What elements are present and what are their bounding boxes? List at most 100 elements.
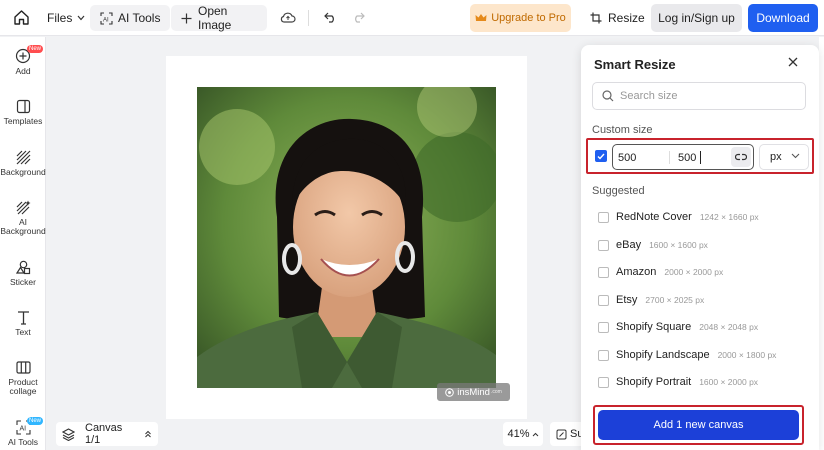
download-label: Download [756,11,810,25]
search-placeholder: Search size [620,90,678,102]
home-icon[interactable] [13,9,30,26]
portrait-photo[interactable] [197,87,496,388]
svg-text:AI: AI [19,426,26,433]
zoom-control[interactable]: 41% [503,422,543,446]
toolbar-divider [308,10,309,26]
sidebar-item-add[interactable]: New Add [0,45,46,76]
watermark-text: insMind [457,386,490,398]
suggestion-name: RedNote Cover [616,211,692,223]
suggestion-item[interactable]: Amazon 2000 × 2000 px [598,264,808,280]
suggestion-name: Shopify Landscape [616,349,710,361]
suggestion-item[interactable]: eBay 1600 × 1600 px [598,237,808,253]
resize-button[interactable]: Resize [590,11,645,25]
canvas-layer-selector[interactable]: Canvas 1/1 [56,422,158,446]
sidebar-item-label: AI Tools [7,437,39,447]
size-divider [669,151,670,164]
sidebar-item-text[interactable]: Text [0,310,46,337]
sidebar-item-ai-background[interactable]: AI Background [0,200,46,236]
sidebar-item-templates[interactable]: Templates [0,99,46,126]
watermark-suffix: .com [490,389,502,395]
close-icon[interactable] [788,57,798,67]
suggestion-checkbox[interactable] [598,211,609,223]
collage-icon [15,360,31,375]
add-canvas-label: Add 1 new canvas [653,419,744,431]
smart-resize-panel: Smart Resize Search size Custom size 500… [581,45,819,450]
sticker-icon [15,260,31,275]
sidebar-item-sticker[interactable]: Sticker [0,260,46,287]
ai-tools-button[interactable]: AI AI Tools [90,5,171,31]
height-input[interactable]: 500 [678,152,696,164]
size-input-group: 500 500 [612,144,754,170]
text-caret [700,151,701,164]
suggestion-checkbox[interactable] [598,266,609,278]
suggestion-name: Amazon [616,266,657,278]
upgrade-label: Upgrade to Pro [491,12,566,24]
new-badge: New [27,417,44,425]
suggestion-item[interactable]: RedNote Cover 1242 × 1660 px [598,209,808,225]
sidebar-item-background[interactable]: Background [0,150,46,177]
login-button[interactable]: Log in/Sign up [651,4,742,32]
suggestion-item[interactable]: Shopify Square 2048 × 2048 px [598,319,808,335]
custom-size-checkbox[interactable] [595,150,607,162]
ai-tools-label: AI Tools [118,11,161,25]
suggestion-item[interactable]: Shopify Landscape 2000 × 1800 px [598,347,808,363]
redo-icon[interactable] [352,11,365,23]
chevron-up-icon [144,430,152,438]
template-icon [16,99,31,114]
login-label: Log in/Sign up [658,11,735,25]
sidebar-item-label: Add [15,66,31,76]
ai-background-icon [16,200,31,215]
crop-icon [590,12,602,24]
logo-icon [445,387,455,397]
zoom-value: 41% [507,428,530,440]
undo-icon[interactable] [324,11,337,23]
top-toolbar: Files AI AI Tools Open Image Upgrade to … [0,0,824,36]
unit-value: px [770,151,782,163]
suggestion-size: 1600 × 2000 px [699,377,759,387]
right-edge-strip [819,37,824,450]
link-icon [735,153,747,161]
files-menu[interactable]: Files [47,11,85,25]
crown-icon [475,13,487,23]
plus-icon [181,13,192,24]
chevron-up-icon [532,432,539,437]
suggestion-size: 1600 × 1600 px [649,240,708,250]
link-ratio-button[interactable] [731,147,751,167]
suggestion-size: 2048 × 2048 px [699,322,759,332]
ai-scan-icon: AI [100,11,113,25]
files-label: Files [47,11,73,25]
suggestion-size: 2000 × 1800 px [717,350,777,360]
width-input[interactable]: 500 [618,152,636,164]
svg-text:AI: AI [103,17,109,23]
search-input[interactable]: Search size [592,82,806,110]
chevron-down-icon [77,15,85,21]
suggestion-checkbox[interactable] [598,376,609,388]
suggestion-name: Shopify Portrait [616,376,692,388]
suggestion-name: eBay [616,239,642,251]
suggestion-checkbox[interactable] [598,239,609,251]
cloud-icon[interactable] [280,11,296,24]
sidebar-item-label: Templates [3,116,43,126]
suggestion-item[interactable]: Shopify Portrait 1600 × 2000 px [598,374,808,390]
sidebar-item-product-collage[interactable]: Product collage [0,360,46,396]
new-badge: New [27,45,44,53]
sidebar-item-label: Product collage [8,377,38,396]
suggestion-checkbox[interactable] [598,321,609,333]
suggestion-item[interactable]: Etsy 2700 × 2025 px [598,292,808,308]
sidebar-item-label: Background [0,167,46,177]
watermark-badge: insMind .com [437,383,510,401]
canvas-count-label: Canvas 1/1 [85,422,123,446]
add-canvas-button[interactable]: Add 1 new canvas [598,410,799,440]
upgrade-pro-button[interactable]: Upgrade to Pro [470,4,571,32]
chevron-down-icon [791,153,800,159]
open-image-button[interactable]: Open Image [171,4,267,32]
unit-select[interactable]: px [759,144,809,170]
sidebar-item-label: AI Background [0,217,46,236]
layers-icon [62,427,75,441]
suggestion-checkbox[interactable] [598,294,609,306]
sidebar-item-ai-tools[interactable]: AI New AI Tools [0,417,46,447]
open-image-label: Open Image [198,4,232,32]
background-icon [16,150,31,165]
download-button[interactable]: Download [748,4,818,32]
suggestion-checkbox[interactable] [598,349,609,361]
